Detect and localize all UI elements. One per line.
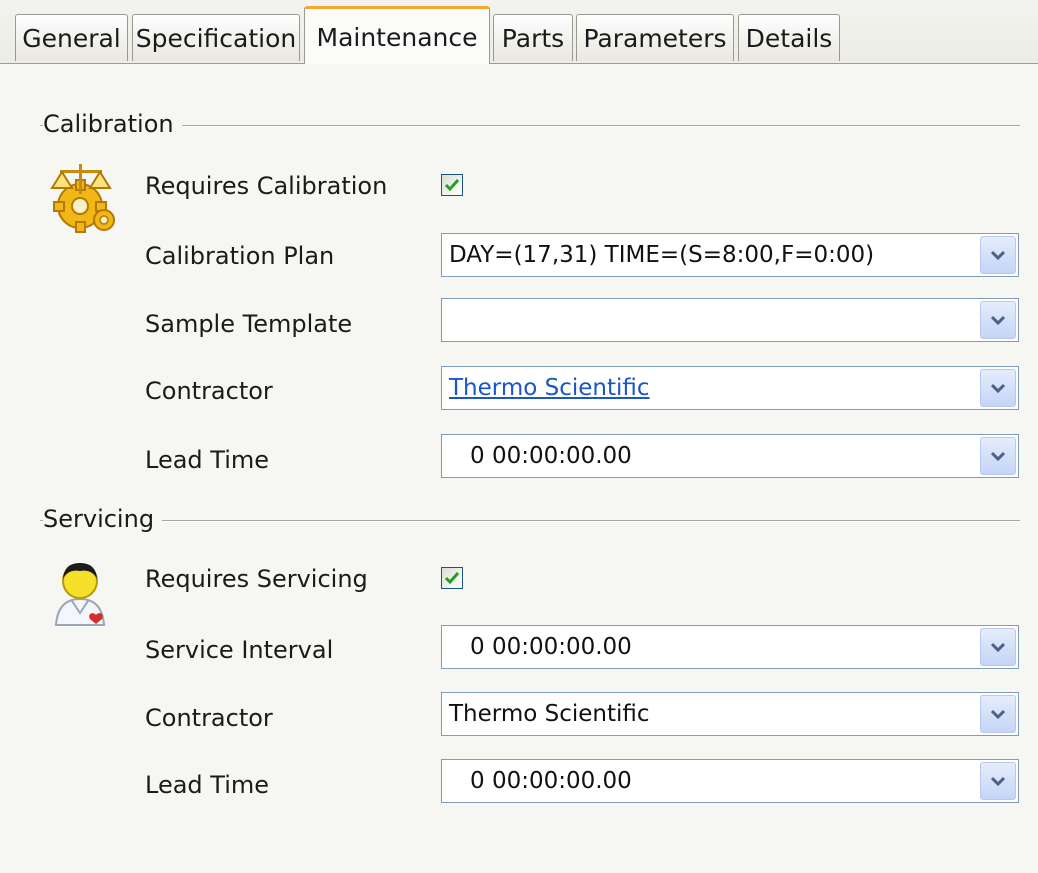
calibration-plan-label: Calibration Plan [145,242,335,270]
tab-strip: General Specification Maintenance Parts … [0,0,1038,64]
requires-servicing-checkbox[interactable] [441,567,463,589]
calibration-contractor-link[interactable]: Thermo Scientific [449,367,650,409]
service-interval-value: 0 00:00:00.00 [470,634,632,660]
chevron-down-icon [991,383,1005,394]
chevron-down-icon [991,709,1005,720]
chevron-down-icon [991,642,1005,653]
calibration-divider [40,125,1020,126]
calibration-plan-dropdown[interactable]: DAY=(17,31) TIME=(S=8:00,F=0:00) [441,233,1019,277]
servicing-contractor-value: Thermo Scientific [449,701,650,727]
servicing-divider [40,520,1020,521]
calibration-contractor-label: Contractor [145,377,273,405]
dropdown-button[interactable] [980,369,1016,407]
servicing-group-title: Servicing [43,505,163,533]
dropdown-button[interactable] [980,437,1016,475]
servicing-lead-time-dropdown[interactable]: 0 00:00:00.00 [441,759,1019,803]
tab-details[interactable]: Details [738,14,840,61]
tab-maintenance[interactable]: Maintenance [304,6,490,64]
chevron-down-icon [991,776,1005,787]
calibration-lead-time-dropdown[interactable]: 0 00:00:00.00 [441,434,1019,478]
requires-calibration-checkbox[interactable] [441,174,463,196]
dropdown-button[interactable] [980,762,1016,800]
checkmark-icon [444,572,460,585]
sample-template-label: Sample Template [145,310,353,338]
calibration-group-title: Calibration [43,110,182,138]
dropdown-button[interactable] [980,695,1016,733]
calibration-lead-time-label: Lead Time [145,446,270,474]
service-interval-label: Service Interval [145,636,334,664]
tab-general[interactable]: General [15,14,128,61]
service-interval-dropdown[interactable]: 0 00:00:00.00 [441,625,1019,669]
chevron-down-icon [991,315,1005,326]
dropdown-button[interactable] [980,236,1016,274]
chevron-down-icon [991,451,1005,462]
sample-template-dropdown[interactable] [441,298,1019,342]
calibration-contractor-dropdown[interactable]: Thermo Scientific [441,366,1019,410]
servicing-lead-time-value: 0 00:00:00.00 [470,768,632,794]
calibration-plan-value: DAY=(17,31) TIME=(S=8:00,F=0:00) [449,242,875,268]
tab-parts[interactable]: Parts [493,14,573,61]
calibration-lead-time-value: 0 00:00:00.00 [470,443,632,469]
tab-parameters[interactable]: Parameters [576,14,734,61]
chevron-down-icon [991,250,1005,261]
dropdown-button[interactable] [980,301,1016,339]
checkmark-icon [444,179,460,192]
service-technician-icon [48,555,112,631]
balance-scale-gear-icon [46,162,118,240]
dropdown-button[interactable] [980,628,1016,666]
requires-servicing-label: Requires Servicing [145,565,368,593]
servicing-lead-time-label: Lead Time [145,771,270,799]
servicing-contractor-label: Contractor [145,704,273,732]
servicing-contractor-dropdown[interactable]: Thermo Scientific [441,692,1019,736]
requires-calibration-label: Requires Calibration [145,172,388,200]
tab-specification[interactable]: Specification [132,14,300,61]
